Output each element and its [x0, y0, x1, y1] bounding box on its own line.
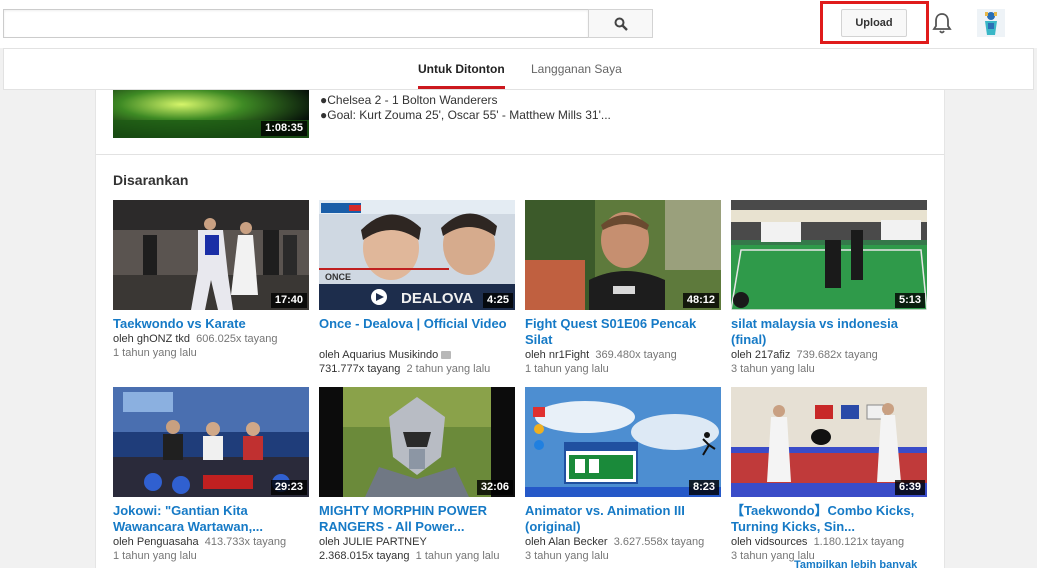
video-meta: oleh Penguasaha 413.733x tayang: [113, 535, 309, 549]
upload-age: 1 tahun yang lalu: [113, 550, 197, 562]
channel-name[interactable]: oleh nr1Fight: [525, 349, 589, 361]
video-meta: oleh Aquarius Musikindo: [319, 348, 515, 362]
video-meta: 731.777x tayang 2 tahun yang lalu: [319, 362, 515, 376]
video-title-link[interactable]: Animator vs. Animation III (original): [525, 503, 721, 535]
video-card: DEALOVA ONCE 4:25 Once - Dealova | Offic…: [319, 200, 515, 376]
upload-age: 1 tahun yang lalu: [525, 363, 609, 375]
view-count: 2.368.015x tayang: [319, 550, 410, 562]
thumbnail-text: DEALOVA: [401, 290, 473, 307]
view-count: 606.025x tayang: [196, 333, 278, 345]
video-duration: 48:12: [682, 293, 719, 308]
upload-age: 1 tahun yang lalu: [415, 550, 500, 562]
video-thumbnail[interactable]: 8:23: [525, 387, 721, 497]
view-count: 1.180.121x tayang: [813, 536, 905, 548]
video-duration: 1:08:35: [261, 121, 307, 136]
view-count: 3.627.558x tayang: [613, 536, 705, 548]
view-count: 369.480x tayang: [595, 349, 677, 361]
feed-main: 1:08:35 ●Chelsea 2 - 1 Bolton Wanderers …: [95, 90, 945, 568]
upload-button[interactable]: Upload: [841, 9, 907, 37]
video-thumbnail[interactable]: 29:23: [113, 387, 309, 497]
channel-name[interactable]: oleh Penguasaha: [113, 536, 199, 548]
section-title: Disarankan: [113, 172, 189, 188]
channel-name[interactable]: oleh Aquarius Musikindo: [319, 349, 438, 361]
channel-name[interactable]: oleh 217afiz: [731, 349, 790, 361]
video-card: 17:40 Taekwondo vs Karate oleh ghONZ tkd…: [113, 200, 309, 360]
view-count: 413.733x tayang: [204, 536, 287, 548]
view-count: 739.682x tayang: [796, 349, 878, 361]
video-meta: oleh Alan Becker 3.627.558x tayang: [525, 535, 721, 549]
verified-icon: [441, 351, 452, 360]
video-meta: 2.368.015x tayang 1 tahun yang lalu: [319, 549, 515, 563]
video-card: 6:39 【Taekwondo】Combo Kicks, Turning Kic…: [731, 387, 927, 563]
video-card: 29:23 Jokowi: "Gantian Kita Wawancara Wa…: [113, 387, 309, 563]
video-duration: 32:06: [476, 480, 513, 495]
video-duration: 4:25: [482, 293, 513, 308]
video-title-link[interactable]: Fight Quest S01E06 Pencak Silat: [525, 316, 721, 348]
search-input[interactable]: [3, 9, 588, 38]
search-icon: [614, 17, 628, 31]
video-title-link[interactable]: Once - Dealova | Official Video: [319, 316, 515, 348]
description-line: ●Chelsea 2 - 1 Bolton Wanderers: [320, 93, 498, 107]
video-card: 8:23 Animator vs. Animation III (origina…: [525, 387, 721, 563]
divider: [96, 154, 944, 155]
video-thumbnail[interactable]: 17:40: [113, 200, 309, 310]
video-meta: oleh ghONZ tkd 606.025x tayang: [113, 332, 309, 346]
video-title-link[interactable]: 【Taekwondo】Combo Kicks, Turning Kicks, S…: [731, 503, 927, 535]
upload-age: 3 tahun yang lalu: [525, 550, 609, 562]
upload-age: 2 tahun yang lalu: [406, 363, 491, 375]
channel-name[interactable]: oleh ghONZ tkd: [113, 333, 190, 345]
video-card: 32:06 MIGHTY MORPHIN POWER RANGERS - All…: [319, 387, 515, 563]
video-duration: 5:13: [894, 293, 925, 308]
tab-langganan-saya[interactable]: Langganan Saya: [531, 49, 622, 90]
thumbnail-text: ONCE: [325, 272, 351, 282]
video-meta: oleh vidsources 1.180.121x tayang: [731, 535, 927, 549]
video-meta: oleh 217afiz 739.682x tayang: [731, 348, 927, 362]
video-duration: 17:40: [270, 293, 307, 308]
masthead: Upload: [0, 0, 1037, 48]
feed-tabs: Untuk Ditonton Langganan Saya: [3, 48, 1034, 90]
upload-age: 1 tahun yang lalu: [113, 347, 197, 359]
video-duration: 8:23: [688, 480, 719, 495]
video-thumbnail[interactable]: 6:39: [731, 387, 927, 497]
channel-name[interactable]: oleh JULIE PARTNEY: [319, 536, 427, 548]
show-more-link[interactable]: Tampilkan lebih banyak: [794, 559, 917, 568]
video-duration: 29:23: [270, 480, 307, 495]
video-duration: 6:39: [894, 480, 925, 495]
previous-video-thumbnail[interactable]: 1:08:35: [113, 90, 309, 138]
video-title-link[interactable]: MIGHTY MORPHIN POWER RANGERS - All Power…: [319, 503, 515, 535]
video-thumbnail[interactable]: 32:06: [319, 387, 515, 497]
video-title-link[interactable]: silat malaysia vs indonesia (final): [731, 316, 927, 348]
video-card: 5:13 silat malaysia vs indonesia (final)…: [731, 200, 927, 376]
video-thumbnail[interactable]: 48:12: [525, 200, 721, 310]
view-count: 731.777x tayang: [319, 363, 401, 375]
channel-name[interactable]: oleh vidsources: [731, 536, 807, 548]
video-meta: oleh nr1Fight 369.480x tayang: [525, 348, 721, 362]
tab-untuk-ditonton[interactable]: Untuk Ditonton: [418, 49, 505, 89]
video-title-link[interactable]: Jokowi: "Gantian Kita Wawancara Wartawan…: [113, 503, 309, 535]
video-title-link[interactable]: Taekwondo vs Karate: [113, 316, 309, 332]
video-meta: oleh JULIE PARTNEY: [319, 535, 515, 549]
description-line: ●Goal: Kurt Zouma 25', Oscar 55' - Matth…: [320, 108, 611, 122]
upload-age: 3 tahun yang lalu: [731, 363, 815, 375]
channel-name[interactable]: oleh Alan Becker: [525, 536, 608, 548]
video-card: 48:12 Fight Quest S01E06 Pencak Silat ol…: [525, 200, 721, 376]
previous-video-description: ●Chelsea 2 - 1 Bolton Wanderers ●Goal: K…: [320, 93, 611, 123]
video-thumbnail[interactable]: DEALOVA ONCE 4:25: [319, 200, 515, 310]
notifications-bell-icon[interactable]: [930, 11, 954, 35]
search-form: [3, 9, 653, 38]
video-thumbnail[interactable]: 5:13: [731, 200, 927, 310]
search-button[interactable]: [588, 9, 653, 38]
avatar[interactable]: [977, 9, 1005, 37]
